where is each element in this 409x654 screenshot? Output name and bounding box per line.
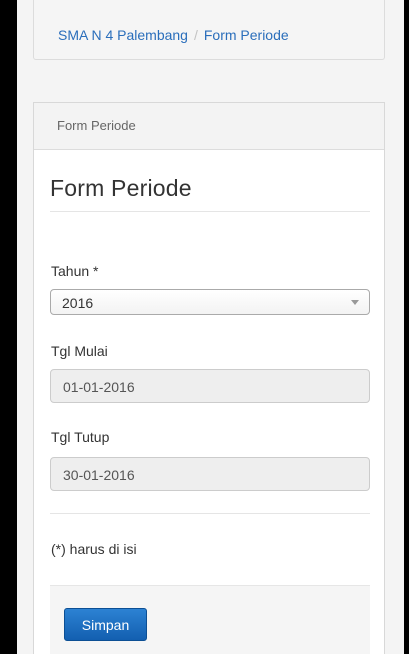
breadcrumb-container: SMA N 4 Palembang / Form Periode [33,0,385,60]
form-divider [50,513,370,514]
panel-heading: Form Periode [34,103,384,150]
chevron-down-icon [351,300,359,305]
tgl-mulai-label: Tgl Mulai [51,343,108,359]
required-note: (*) harus di isi [51,541,137,557]
tahun-select-value: 2016 [62,295,94,311]
breadcrumb: SMA N 4 Palembang / Form Periode [58,27,289,43]
form-footer: Simpan [50,585,370,654]
tgl-mulai-value: 01-01-2016 [63,379,135,395]
breadcrumb-link-form-periode[interactable]: Form Periode [204,27,289,43]
tgl-tutup-value: 30-01-2016 [63,467,135,483]
tahun-select[interactable]: 2016 [50,289,370,315]
tgl-mulai-field[interactable]: 01-01-2016 [50,369,370,403]
title-divider [50,211,370,212]
save-button[interactable]: Simpan [64,608,147,641]
breadcrumb-link-school[interactable]: SMA N 4 Palembang [58,27,188,43]
page: SMA N 4 Palembang / Form Periode Form Peri… [17,0,404,654]
form-panel: Form Periode Form Periode Tahun * 2016 T… [33,102,385,654]
form-title: Form Periode [50,175,192,201]
breadcrumb-separator: / [193,27,198,43]
tgl-tutup-field[interactable]: 30-01-2016 [50,457,370,491]
tgl-tutup-label: Tgl Tutup [51,429,110,445]
frame-edge [404,0,409,654]
tahun-label: Tahun * [51,263,99,279]
panel-heading-title: Form Periode [57,118,136,133]
